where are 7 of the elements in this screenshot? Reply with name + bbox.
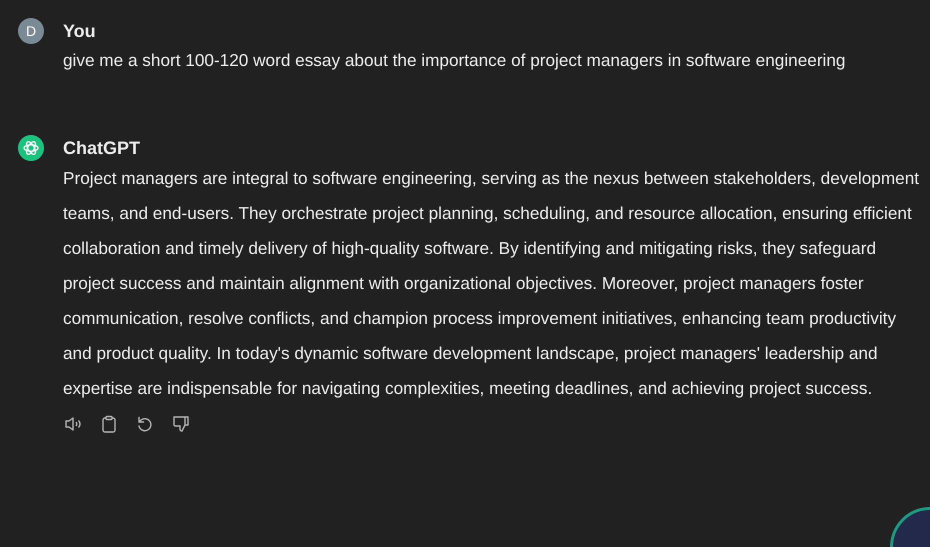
message-text: give me a short 100-120 word essay about the importance of project managers in software engineering (63, 49, 846, 72)
thumbs-down-icon[interactable] (171, 414, 191, 434)
author-name: ChatGPT (63, 137, 142, 160)
message-text: Project managers are integral to software engineering, serving as the nexus between stakeholders, development teams, and end-users. They orchestrate project planning, scheduling, and resource allocation, ensuring efficient collaboration and timely delivery of high-quality software. By identifying and mitigating risks, they safeguard project success and maintain alignment with organizational objectives. Moreover, project managers foster communication, resolve conflicts, and champion process improvement initiatives, enhancing team productivity and product quality. In today's dynamic software development landscape, project managers' leadership and expertise are indispensable for navigating complexities, meeting deadlines, and achieving project success. (63, 167, 920, 400)
author-name: You (63, 20, 97, 43)
user-avatar: D (18, 18, 44, 44)
assistant-logo-icon (18, 135, 44, 161)
